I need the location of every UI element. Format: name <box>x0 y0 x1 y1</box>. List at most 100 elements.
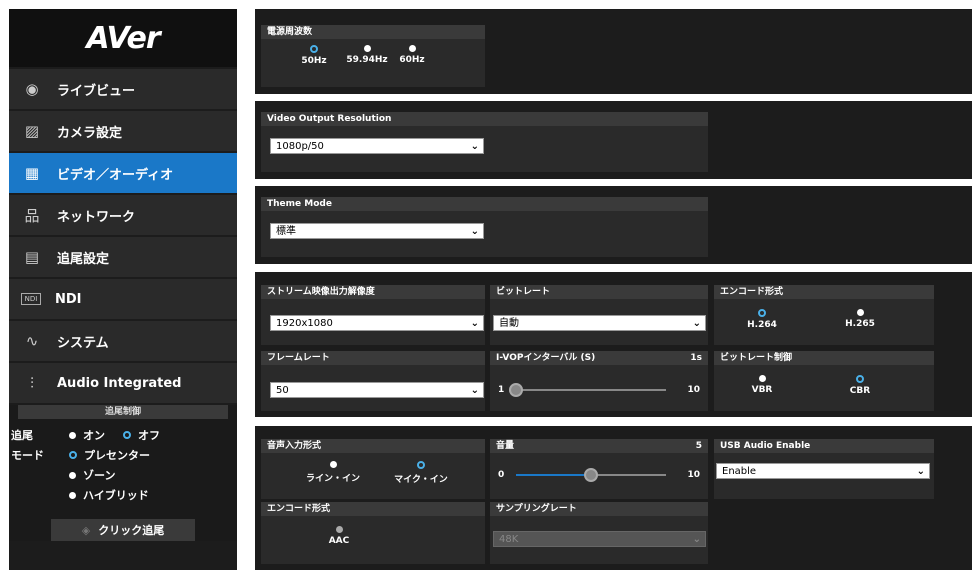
image-icon: ▨ <box>24 122 40 140</box>
audio-input-cell: 音声入力形式 ライン・イン マイク・イン <box>261 439 485 499</box>
ivop-title: I-VOPインターバル (S) 1s <box>490 351 708 365</box>
radio-dot <box>408 45 416 52</box>
stream-resolution-title: ストリーム映像出力解像度 <box>261 285 485 299</box>
ivop-min-label: 1 <box>498 385 505 395</box>
bitrate-title: ビットレート <box>490 285 708 299</box>
sampling-rate-title: サンプリングレート <box>490 502 708 516</box>
audio-input-title: 音声入力形式 <box>261 439 485 453</box>
volume-title: 音量 5 <box>490 439 708 453</box>
volume-slider[interactable]: 0 10 <box>498 467 700 483</box>
volume-knob[interactable] <box>584 468 599 482</box>
mode-label: モード <box>11 449 44 462</box>
rate-cbr-radio[interactable]: CBR <box>840 375 880 396</box>
tracking-control-header: 追尾制御 <box>18 405 228 419</box>
mode-zone-label: ゾーン <box>83 469 116 482</box>
nav-live-view[interactable]: ◉ ライブビュー <box>9 69 237 109</box>
stream-encode-title: エンコード形式 <box>714 285 934 299</box>
volume-cell: 音量 5 0 10 <box>490 439 708 499</box>
rate-control-cell: ビットレート制御 VBR CBR <box>714 351 934 411</box>
chevron-down-icon: ⌄ <box>470 385 479 396</box>
radio-dot <box>856 309 864 316</box>
radio-dot <box>335 526 343 533</box>
freq-60hz-radio[interactable]: 60Hz <box>395 45 429 66</box>
mode-presenter-radio[interactable]: プレセンター <box>69 447 150 463</box>
tracking-settings-icon: ▤ <box>24 248 40 266</box>
stream-resolution-select[interactable]: 1920x1080 ⌄ <box>270 315 484 331</box>
video-output-cell: Video Output Resolution 1080p/50 ⌄ <box>261 112 708 172</box>
target-icon: ◈ <box>81 523 91 537</box>
audio-input-options: ライン・イン マイク・イン <box>301 461 453 485</box>
usb-audio-select[interactable]: Enable ⌄ <box>716 463 930 479</box>
video-output-select[interactable]: 1080p/50 ⌄ <box>270 138 484 154</box>
nav-network[interactable]: 品 ネットワーク <box>9 195 237 235</box>
sampling-rate-cell: サンプリングレート 48K ⌄ <box>490 502 708 564</box>
tracking-on-radio[interactable]: オン <box>69 427 105 443</box>
nav-system[interactable]: ∿ システム <box>9 321 237 361</box>
audio-section: 音声入力形式 ライン・イン マイク・イン 音量 5 0 10 USB Audio … <box>255 426 972 570</box>
aver-logo: AVer <box>9 9 237 67</box>
nav-label: ビデオ／オーディオ <box>57 167 174 183</box>
tracking-off-radio[interactable]: オフ <box>123 427 160 443</box>
stream-section: ストリーム映像出力解像度 1920x1080 ⌄ ビットレート 自動 ⌄ エンコード… <box>255 272 972 417</box>
power-frequency-title: 電源周波数 <box>261 25 485 39</box>
ivop-slider[interactable]: 1 10 <box>498 382 700 398</box>
nav-video-audio[interactable]: ▦ ビデオ／オーディオ <box>9 153 237 193</box>
rate-vbr-radio[interactable]: VBR <box>742 375 782 396</box>
ndi-icon: NDI <box>21 293 41 305</box>
nav-ndi[interactable]: NDI NDI <box>9 279 237 319</box>
ivop-max-label: 10 <box>687 385 700 395</box>
ivop-knob[interactable] <box>509 383 524 397</box>
audio-encode-title: エンコード形式 <box>261 502 485 516</box>
radio-dot <box>69 491 76 499</box>
radio-dot <box>758 375 766 382</box>
nav-label: NDI <box>55 291 82 307</box>
nav-label: ネットワーク <box>57 209 136 225</box>
mode-presenter-label: プレセンター <box>84 449 150 462</box>
tracking-on-label: オン <box>83 429 105 442</box>
volume-fill <box>516 474 592 476</box>
volume-track <box>516 468 667 482</box>
encode-h264-radio[interactable]: H.264 <box>742 309 782 330</box>
power-frequency-section: 電源周波数 50Hz 59.94Hz 60Hz <box>255 9 972 94</box>
nav-label: ライブビュー <box>57 83 136 99</box>
usb-audio-title: USB Audio Enable <box>714 439 934 453</box>
radio-dot <box>69 471 76 479</box>
mode-hybrid-radio[interactable]: ハイブリッド <box>69 487 149 503</box>
encode-h265-radio[interactable]: H.265 <box>840 309 880 330</box>
click-tracking-button[interactable]: ◈ クリック追尾 <box>51 519 195 541</box>
mic-in-radio[interactable]: マイク・イン <box>389 461 453 485</box>
chevron-down-icon: ⌄ <box>470 226 479 237</box>
chevron-down-icon: ⌄ <box>470 318 479 329</box>
nav-audio-integrated[interactable]: ⫶ Audio Integrated <box>9 363 237 403</box>
freq-50hz-radio[interactable]: 50Hz <box>297 45 331 66</box>
tracking-label: 追尾 <box>11 429 33 442</box>
stream-encode-cell: エンコード形式 H.264 H.265 <box>714 285 934 345</box>
radio-dot <box>417 461 425 469</box>
encode-aac-radio[interactable]: AAC <box>319 526 359 546</box>
nav-label: 追尾設定 <box>57 251 110 267</box>
click-tracking-label: クリック追尾 <box>98 524 165 537</box>
video-output-section: Video Output Resolution 1080p/50 ⌄ <box>255 101 972 179</box>
main-content: 電源周波数 50Hz 59.94Hz 60Hz Video Output Res… <box>255 9 972 570</box>
chevron-down-icon: ⌄ <box>692 318 701 329</box>
bitrate-select[interactable]: 自動 ⌄ <box>493 315 706 331</box>
freq-5994hz-radio[interactable]: 59.94Hz <box>339 45 395 66</box>
radio-dot <box>758 309 766 317</box>
nav-label: システム <box>57 335 109 351</box>
mode-zone-radio[interactable]: ゾーン <box>69 467 115 483</box>
line-in-radio[interactable]: ライン・イン <box>301 461 365 485</box>
theme-mode-select[interactable]: 標準 ⌄ <box>270 223 484 239</box>
theme-mode-cell: Theme Mode 標準 ⌄ <box>261 197 708 257</box>
tracking-off-label: オフ <box>138 429 160 442</box>
network-icon: 品 <box>24 206 40 225</box>
radio-dot <box>69 451 77 459</box>
nav-label: カメラ設定 <box>57 125 123 141</box>
nav-camera-settings[interactable]: ▨ カメラ設定 <box>9 111 237 151</box>
nav-label: Audio Integrated <box>57 375 182 391</box>
framerate-select[interactable]: 50 ⌄ <box>270 382 484 398</box>
tracking-control-panel: 追尾制御 追尾 オン オフ モード プレセンター ゾーン ハイブリッド ◈ クリ… <box>9 405 237 541</box>
nav-tracking-settings[interactable]: ▤ 追尾設定 <box>9 237 237 277</box>
chevron-down-icon: ⌄ <box>916 466 925 477</box>
sampling-rate-select: 48K ⌄ <box>493 531 706 547</box>
stream-resolution-cell: ストリーム映像出力解像度 1920x1080 ⌄ <box>261 285 485 345</box>
